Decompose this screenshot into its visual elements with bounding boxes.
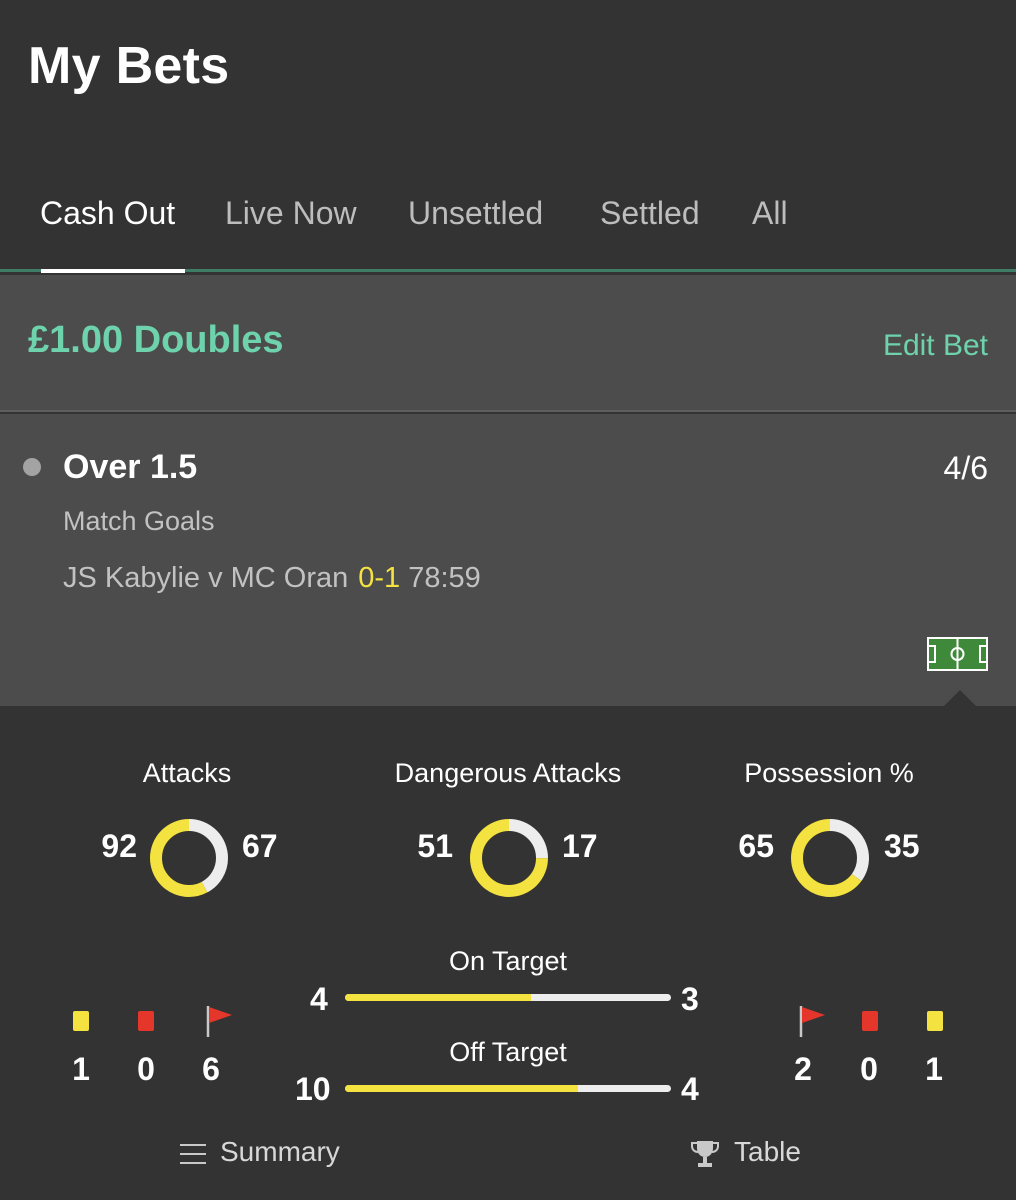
corner-flag-icon <box>799 1006 825 1037</box>
page-title: My Bets <box>28 37 230 95</box>
status-dot-icon <box>23 458 41 476</box>
stat-attacks: Attacks 92 67 <box>27 758 347 898</box>
tab-live-now[interactable]: Live Now <box>225 195 357 272</box>
stat-home-value: 51 <box>417 828 453 864</box>
tab-bar: Cash Out Live Now Unsettled Settled All <box>0 195 1016 273</box>
on-target-home: 4 <box>310 981 328 1017</box>
trophy-icon <box>691 1140 719 1167</box>
stat-dangerous-attacks: Dangerous Attacks 51 17 <box>348 758 668 898</box>
on-target-away: 3 <box>681 981 699 1017</box>
stat-home-value: 92 <box>101 828 137 864</box>
stat-away-value: 67 <box>242 828 278 864</box>
stat-label: Attacks <box>142 758 232 788</box>
selection-odds: 4/6 <box>943 450 988 486</box>
event-name: JS Kabylie v MC Oran <box>63 562 349 594</box>
list-icon <box>180 1143 206 1164</box>
edit-bet-button[interactable]: Edit Bet <box>883 329 988 363</box>
football-pitch-icon[interactable] <box>927 637 988 671</box>
tab-cash-out[interactable]: Cash Out <box>40 195 175 272</box>
summary-label: Summary <box>220 1136 340 1167</box>
off-target-away: 4 <box>681 1071 699 1107</box>
yellow-card-icon <box>927 1011 943 1031</box>
away-corners: 2 <box>794 1051 812 1087</box>
selection-name: Over 1.5 <box>63 448 198 486</box>
bet-selection: Over 1.5 4/6 Match Goals JS Kabylie v MC… <box>0 414 1016 706</box>
match-clock: 78:59 <box>408 562 481 594</box>
selection-market: Match Goals <box>63 506 215 536</box>
page-header: My Bets Cash Out Live Now Unsettled Sett… <box>0 0 1016 273</box>
stat-home-value: 65 <box>738 828 774 864</box>
red-card-icon <box>862 1011 878 1031</box>
off-target-home: 10 <box>295 1071 331 1107</box>
bet-header: £1.00 Doubles Edit Bet <box>0 275 1016 412</box>
panel-pointer <box>944 690 976 706</box>
off-target-home-fill <box>345 1085 578 1092</box>
tab-unsettled[interactable]: Unsettled <box>408 195 543 272</box>
match-stats-panel: Attacks 92 67 Dangerous Attacks 51 17 Po… <box>0 706 1016 1200</box>
away-yellow-cards: 1 <box>925 1051 943 1087</box>
away-red-cards: 0 <box>860 1051 878 1087</box>
tab-all[interactable]: All <box>752 195 788 272</box>
stat-possession: Possession % 65 35 <box>669 758 989 898</box>
stat-label: Dangerous Attacks <box>394 758 622 788</box>
selection-event-line: JS Kabylie v MC Oran 0-1 78:59 <box>63 562 481 595</box>
active-tab-indicator <box>41 269 185 273</box>
stat-away-value: 17 <box>562 828 598 864</box>
live-score: 0-1 <box>358 562 401 594</box>
red-card-icon <box>138 1011 154 1031</box>
summary-button[interactable]: Summary <box>180 1136 340 1168</box>
yellow-card-icon <box>73 1011 89 1031</box>
home-corners: 6 <box>202 1051 220 1087</box>
tab-settled[interactable]: Settled <box>600 195 700 272</box>
home-yellow-cards: 1 <box>72 1051 90 1087</box>
possession-donut-chart <box>791 819 869 897</box>
dangerous-attacks-donut-chart <box>470 819 548 897</box>
on-target-bar <box>345 994 671 1001</box>
off-target-label: Off Target <box>449 1037 567 1067</box>
table-label: Table <box>734 1136 801 1167</box>
on-target-home-fill <box>345 994 532 1001</box>
corner-flag-icon <box>206 1006 232 1037</box>
stat-label: Possession % <box>744 758 914 788</box>
bet-title: £1.00 Doubles <box>28 319 284 361</box>
stat-away-value: 35 <box>884 828 920 864</box>
on-target-label: On Target <box>448 946 568 976</box>
attacks-donut-chart <box>150 819 228 897</box>
table-button[interactable]: Table <box>690 1136 801 1170</box>
off-target-bar <box>345 1085 671 1092</box>
home-red-cards: 0 <box>137 1051 155 1087</box>
